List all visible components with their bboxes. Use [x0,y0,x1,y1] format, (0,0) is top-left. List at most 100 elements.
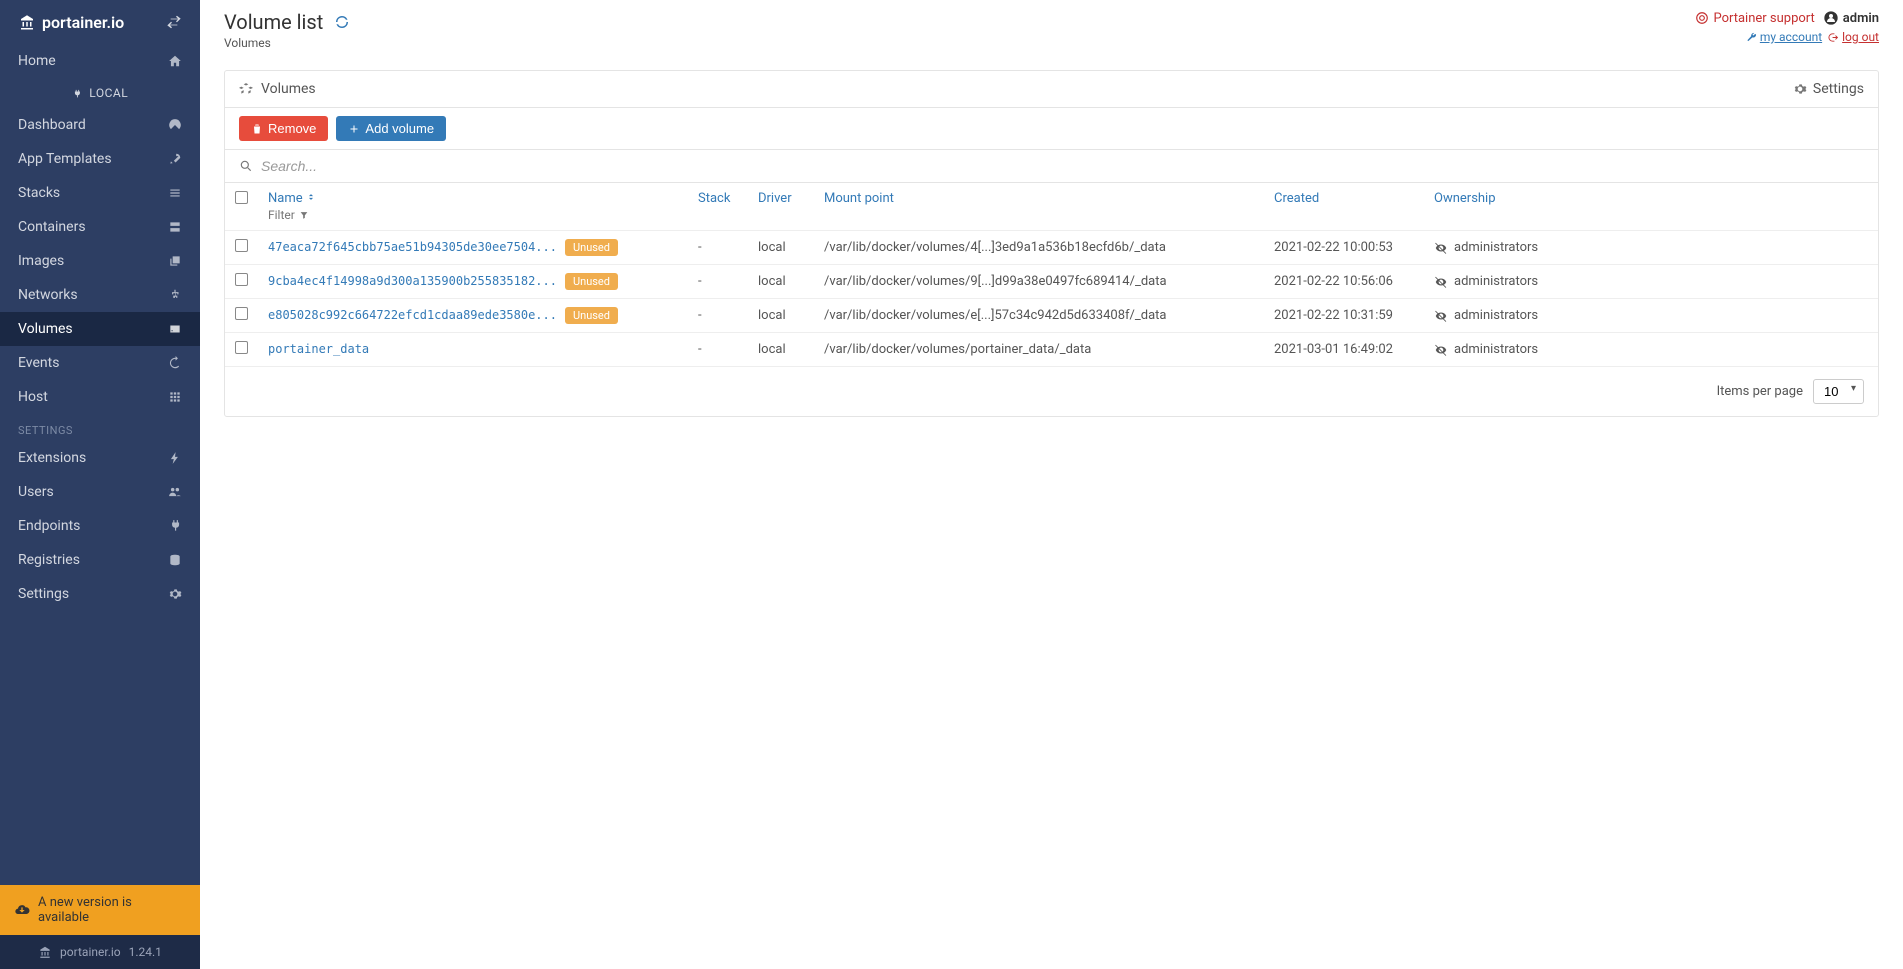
row-checkbox[interactable] [235,307,248,320]
sidebar-item-label: Host [18,389,48,405]
table-row: 9cba4ec4f14998a9d300a135900b255835182...… [225,265,1878,299]
database-icon [168,553,182,567]
sidebar-item-containers[interactable]: Containers [0,210,200,244]
col-mount[interactable]: Mount point [814,183,1264,231]
cell-mount: /var/lib/docker/volumes/e[...]57c34c942d… [814,299,1264,333]
sidebar-item-networks[interactable]: Networks [0,278,200,312]
sidebar: portainer.io Home LOCAL Dashboard App Tem… [0,0,200,969]
sidebar-item-label: Stacks [18,185,60,201]
volumes-panel: Volumes Settings Remove Add volume [224,70,1879,417]
nav-environment[interactable]: LOCAL [0,78,200,108]
sidebar-item-dashboard[interactable]: Dashboard [0,108,200,142]
col-name[interactable]: Name Filter [258,183,688,231]
sidebar-item-settings[interactable]: Settings [0,577,200,611]
logout-link[interactable]: log out [1828,30,1879,44]
volume-name-link[interactable]: 47eaca72f645cbb75ae51b94305de30ee7504... [268,240,557,254]
items-per-page-select[interactable]: 10 [1813,379,1864,404]
bolt-icon [168,451,182,465]
brand-logo[interactable]: portainer.io [18,12,124,32]
users-icon [168,485,182,499]
page-title: Volume list [224,10,351,34]
hdd-icon [168,322,182,336]
panel-settings[interactable]: Settings [1793,81,1864,97]
dashboard-icon [168,118,182,132]
filter-icon[interactable] [299,210,309,220]
sidebar-item-endpoints[interactable]: Endpoints [0,509,200,543]
cell-created: 2021-02-22 10:00:53 [1264,231,1424,265]
footer-version: portainer.io 1.24.1 [0,935,200,969]
support-link[interactable]: Portainer support [1695,11,1814,26]
breadcrumb: Volumes [224,36,351,50]
my-account-link[interactable]: my account [1746,30,1822,44]
add-volume-button[interactable]: Add volume [336,116,446,141]
row-checkbox[interactable] [235,273,248,286]
lifebuoy-icon [1695,11,1709,25]
exchange-icon[interactable] [166,14,182,30]
nav-home[interactable]: Home [0,44,200,78]
row-checkbox[interactable] [235,239,248,252]
plug-icon [72,89,82,99]
sidebar-item-volumes[interactable]: Volumes [0,312,200,346]
sidebar-item-label: App Templates [18,151,112,167]
trash-icon [251,123,263,135]
plus-icon [348,123,360,135]
cell-ownership: administrators [1424,231,1878,265]
eye-slash-icon [1434,275,1448,289]
sidebar-item-label: Events [18,355,59,371]
portainer-logo-icon [38,945,52,959]
volume-name-link[interactable]: e805028c992c664722efcd1cdaa89ede3580e... [268,308,557,322]
cell-driver: local [748,231,814,265]
table-row: portainer_data-local/var/lib/docker/volu… [225,333,1878,367]
volume-name-link[interactable]: portainer_data [268,342,369,356]
unused-badge: Unused [565,307,618,324]
row-checkbox[interactable] [235,341,248,354]
col-driver[interactable]: Driver [748,183,814,231]
sidebar-item-extensions[interactable]: Extensions [0,441,200,475]
table-row: 47eaca72f645cbb75ae51b94305de30ee7504...… [225,231,1878,265]
cell-stack: - [688,333,748,367]
refresh-icon[interactable] [333,13,351,31]
unused-badge: Unused [565,239,618,256]
update-banner[interactable]: A new version is available [0,885,200,935]
owner-text: administrators [1454,342,1538,357]
sidebar-item-label: Registries [18,552,80,568]
sidebar-item-events[interactable]: Events [0,346,200,380]
user-name: admin [1823,10,1879,26]
plug-icon [168,519,182,533]
sidebar-item-label: Images [18,253,64,269]
col-stack[interactable]: Stack [688,183,748,231]
cell-created: 2021-02-22 10:31:59 [1264,299,1424,333]
sidebar-item-host[interactable]: Host [0,380,200,414]
cell-stack: - [688,265,748,299]
sidebar-item-label: Volumes [18,321,73,337]
cogs-icon [168,587,182,601]
cell-ownership: administrators [1424,299,1878,333]
panel-title: Volumes [261,81,316,97]
sidebar-item-images[interactable]: Images [0,244,200,278]
select-all-checkbox[interactable] [235,191,248,204]
cell-created: 2021-02-22 10:56:06 [1264,265,1424,299]
cloud-download-icon [14,902,30,918]
sidebar-item-registries[interactable]: Registries [0,543,200,577]
sidebar-item-users[interactable]: Users [0,475,200,509]
sidebar-item-stacks[interactable]: Stacks [0,176,200,210]
cell-mount: /var/lib/docker/volumes/4[...]3ed9a1a536… [814,231,1264,265]
portainer-logo-icon [18,12,36,32]
remove-button[interactable]: Remove [239,116,328,141]
col-ownership[interactable]: Ownership [1424,183,1878,231]
home-icon [168,54,182,68]
eye-slash-icon [1434,241,1448,255]
eye-slash-icon [1434,343,1448,357]
items-per-page-label: Items per page [1717,384,1803,399]
main: Volume list Volumes Portainer support ad… [200,0,1903,969]
sidebar-item-app-templates[interactable]: App Templates [0,142,200,176]
sidebar-item-label: Networks [18,287,78,303]
table-row: e805028c992c664722efcd1cdaa89ede3580e...… [225,299,1878,333]
cell-driver: local [748,333,814,367]
gear-icon [1793,82,1807,96]
sidebar-item-label: Dashboard [18,117,86,133]
search-input[interactable] [261,158,1864,174]
cell-ownership: administrators [1424,265,1878,299]
col-created[interactable]: Created [1264,183,1424,231]
volume-name-link[interactable]: 9cba4ec4f14998a9d300a135900b255835182... [268,274,557,288]
